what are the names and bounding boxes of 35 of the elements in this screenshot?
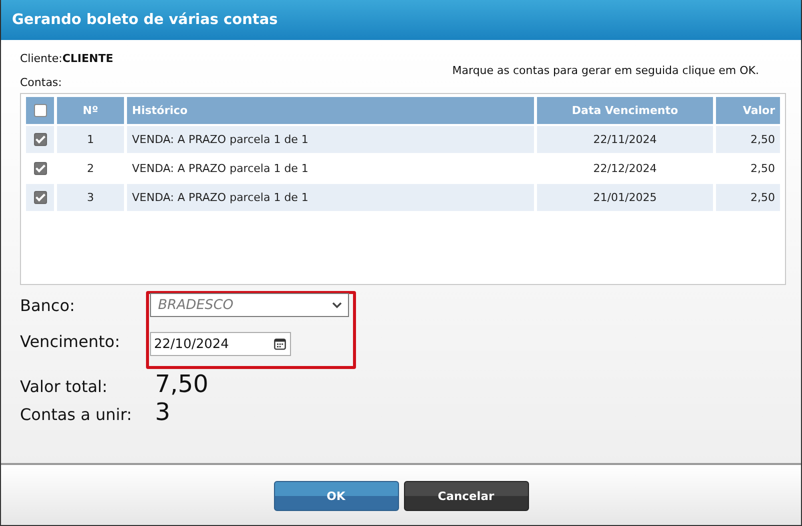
table-cell: VENDA: A PRAZO parcela 1 de 1 — [132, 191, 308, 204]
table-cell: 3 — [87, 191, 94, 204]
total-value: 7,50 — [155, 370, 208, 398]
table-cell: 2,50 — [750, 191, 775, 204]
column-header: Data Vencimento — [572, 104, 678, 117]
table-cell: 2,50 — [750, 162, 775, 175]
chevron-icon — [332, 302, 342, 308]
field-label: Vencimento: — [20, 332, 121, 350]
column-header: Histórico — [132, 104, 188, 117]
field-label: Banco: — [20, 296, 76, 314]
table-cell: 22/11/2024 — [593, 133, 657, 146]
table-cell: VENDA: A PRAZO parcela 1 de 1 — [132, 162, 308, 175]
client-label: Cliente:CLIENTE — [20, 52, 114, 65]
row-checkbox[interactable] — [34, 133, 46, 146]
table-cell: 2 — [87, 162, 94, 175]
column-header: Valor — [742, 104, 775, 117]
bank-select[interactable]: BRADESCO — [150, 293, 349, 317]
total-label: Valor total: — [20, 377, 108, 396]
table-cell: VENDA: A PRAZO parcela 1 de 1 — [132, 133, 308, 146]
table-cell: 1 — [87, 133, 94, 146]
row-checkbox[interactable] — [34, 191, 46, 204]
row-checkbox[interactable] — [34, 162, 46, 176]
table-cell: 21/01/2025 — [593, 191, 657, 204]
total-label: Contas a unir: — [20, 405, 133, 424]
window-title: Gerando boleto de várias contas — [1, 0, 801, 40]
instruction-text: Marque as contas para gerar em seguida clique em OK. — [452, 64, 759, 77]
calendar-icon — [274, 338, 286, 350]
column-header: Nº — [82, 104, 98, 117]
select-all-checkbox[interactable] — [34, 104, 46, 118]
table-cell: 2,50 — [750, 133, 775, 146]
date-field[interactable]: 22/10/2024 — [150, 332, 291, 356]
total-value: 3 — [155, 398, 172, 426]
cancel-button[interactable]: Cancelar — [404, 481, 528, 511]
accounts-label: Contas: — [20, 76, 63, 89]
table-cell: 22/12/2024 — [593, 162, 657, 175]
